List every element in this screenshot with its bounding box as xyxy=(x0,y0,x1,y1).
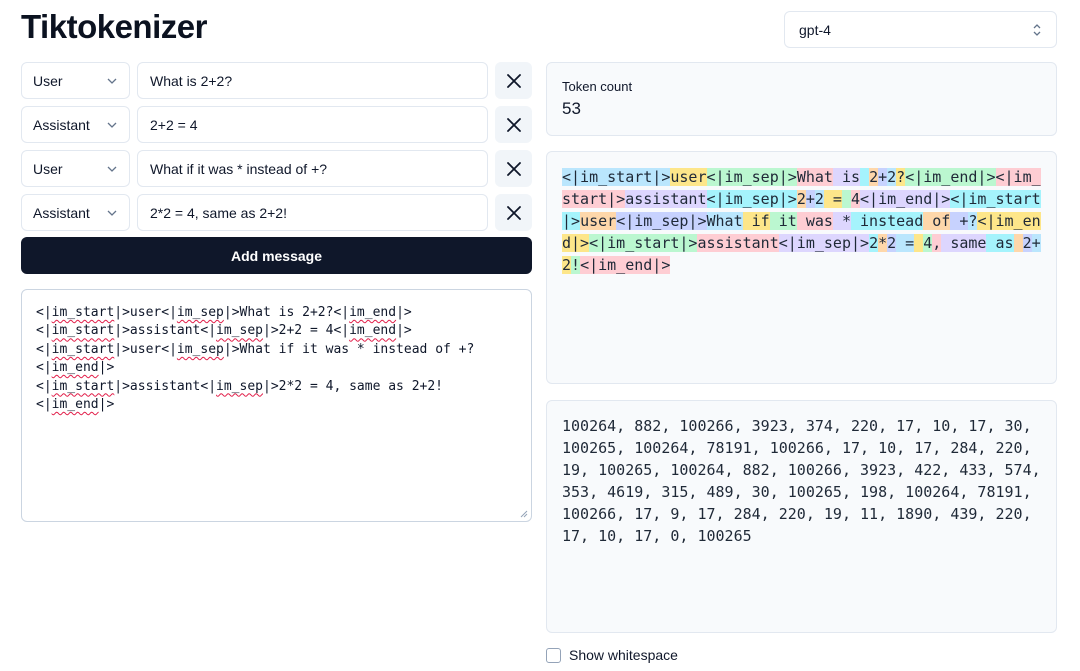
token-chip[interactable]: assistant xyxy=(697,234,779,252)
close-icon xyxy=(506,161,521,176)
token-chip[interactable]: assistant xyxy=(625,190,707,208)
token-chip[interactable]: + xyxy=(950,212,969,230)
token-chip[interactable]: = xyxy=(823,190,842,208)
token-chip[interactable]: <|im_start|> xyxy=(562,168,671,186)
token-ids-output: 100264, 882, 100266, 3923, 374, 220, 17,… xyxy=(546,400,1057,633)
token-chip[interactable]: What xyxy=(706,212,743,230)
token-chip[interactable]: 2 xyxy=(887,234,897,252)
message-row: User What if it was * instead of +? xyxy=(21,150,532,187)
token-chip[interactable]: What xyxy=(796,168,833,186)
delete-message-button[interactable] xyxy=(495,150,532,187)
message-row: Assistant 2+2 = 4 xyxy=(21,106,532,143)
token-chip[interactable]: instead xyxy=(851,212,924,230)
token-count-panel: Token count 53 xyxy=(546,62,1057,136)
role-select-value: User xyxy=(33,160,63,177)
message-row: User What is 2+2? xyxy=(21,62,532,99)
token-chip[interactable]: was xyxy=(796,212,833,230)
role-select[interactable]: User xyxy=(21,150,130,187)
message-content-input[interactable]: 2+2 = 4 xyxy=(137,106,488,143)
message-content-input[interactable]: What if it was * instead of +? xyxy=(137,150,488,187)
raw-text-line: <|im_end|> xyxy=(36,360,115,376)
token-chip[interactable]: ! xyxy=(571,256,581,274)
token-visualization: <|im_start|>user<|im_sep|>What is 2+2?<|… xyxy=(546,151,1057,384)
token-chip[interactable]: + xyxy=(805,190,815,208)
show-whitespace-checkbox[interactable] xyxy=(546,647,561,663)
role-select-value: User xyxy=(33,72,63,89)
chevron-down-icon xyxy=(107,78,117,84)
token-chip[interactable]: 2 xyxy=(814,190,824,208)
close-icon xyxy=(506,205,521,220)
token-chip[interactable]: is xyxy=(832,168,861,186)
token-chip[interactable]: 4 xyxy=(923,234,933,252)
token-chip[interactable]: 2 xyxy=(562,256,572,274)
role-select[interactable]: User xyxy=(21,62,130,99)
token-chip[interactable] xyxy=(841,190,851,208)
chevron-down-icon xyxy=(107,210,117,216)
token-chip[interactable]: if xyxy=(742,212,770,230)
raw-text-line: <|im_start|>assistant<|im_sep|>2+2 = 4<|… xyxy=(36,323,412,339)
resize-handle-icon[interactable] xyxy=(520,510,528,518)
role-select[interactable]: Assistant xyxy=(21,194,130,231)
token-chip[interactable]: user xyxy=(580,212,617,230)
token-chip[interactable]: <|im_end|> xyxy=(580,256,671,274)
token-chip[interactable]: <|im_end|> xyxy=(905,168,996,186)
token-chip[interactable]: 2 xyxy=(887,168,897,186)
message-content-input[interactable]: What is 2+2? xyxy=(137,62,488,99)
delete-message-button[interactable] xyxy=(495,62,532,99)
token-chip[interactable] xyxy=(860,168,870,186)
token-chip[interactable]: <|im_sep|> xyxy=(706,168,797,186)
chevron-down-icon xyxy=(107,166,117,172)
token-chip[interactable]: <|im_start|> xyxy=(589,234,698,252)
token-chip[interactable]: = xyxy=(896,234,915,252)
token-chip[interactable]: + xyxy=(1031,234,1041,252)
token-chip[interactable]: <|im_sep|> xyxy=(778,234,870,252)
token-chip[interactable]: 2 xyxy=(869,234,879,252)
token-chip[interactable]: 2 xyxy=(1022,234,1032,252)
close-icon xyxy=(506,73,521,88)
token-chip[interactable]: same xyxy=(941,234,987,252)
show-whitespace-label: Show whitespace xyxy=(569,647,678,663)
token-chip[interactable]: * xyxy=(878,234,888,252)
raw-text-line: <|im_start|>user<|im_sep|>What is 2+2?<|… xyxy=(36,305,412,320)
show-whitespace-toggle[interactable]: Show whitespace xyxy=(546,647,678,663)
app-title: Tiktokenizer xyxy=(21,8,207,45)
role-select[interactable]: Assistant xyxy=(21,106,130,143)
token-chip[interactable]: 4 xyxy=(851,190,861,208)
token-chip[interactable]: <|im_sep|> xyxy=(706,190,797,208)
token-chip[interactable]: user xyxy=(670,168,707,186)
role-select-value: Assistant xyxy=(33,116,90,133)
token-chip[interactable]: as xyxy=(986,234,1014,252)
close-icon xyxy=(506,117,521,132)
raw-text-line: <|im_start|>user<|im_sep|>What if it was… xyxy=(36,341,475,357)
token-chip[interactable] xyxy=(914,234,924,252)
token-chip[interactable]: * xyxy=(832,212,851,230)
chevron-down-icon xyxy=(107,122,117,128)
token-chip[interactable]: it xyxy=(769,212,797,230)
message-row: Assistant 2*2 = 4, same as 2+2! xyxy=(21,194,532,231)
token-chip[interactable]: <|im_sep|> xyxy=(616,212,707,230)
token-chip[interactable] xyxy=(1013,234,1023,252)
chevron-up-down-icon xyxy=(1033,24,1041,36)
delete-message-button[interactable] xyxy=(495,106,532,143)
message-content-input[interactable]: 2*2 = 4, same as 2+2! xyxy=(137,194,488,231)
add-message-button[interactable]: Add message xyxy=(21,237,532,274)
token-chip[interactable]: , xyxy=(932,234,942,252)
token-chip[interactable]: 2 xyxy=(869,168,879,186)
token-chip[interactable]: of xyxy=(923,212,951,230)
token-chip[interactable]: 2 xyxy=(796,190,806,208)
token-count-value: 53 xyxy=(562,99,581,118)
raw-text-area[interactable]: <|im_start|>user<|im_sep|>What is 2+2?<|… xyxy=(21,289,532,522)
token-chip[interactable]: + xyxy=(878,168,888,186)
role-select-value: Assistant xyxy=(33,204,90,221)
token-chip[interactable]: <|im_end|> xyxy=(860,190,951,208)
model-select-value: gpt-4 xyxy=(799,21,831,38)
delete-message-button[interactable] xyxy=(495,194,532,231)
token-count-label: Token count xyxy=(562,79,633,94)
token-chip[interactable]: ? xyxy=(896,168,906,186)
model-select[interactable]: gpt-4 xyxy=(784,11,1057,48)
raw-text-line: <|im_start|>assistant<|im_sep|>2*2 = 4, … xyxy=(36,378,444,413)
